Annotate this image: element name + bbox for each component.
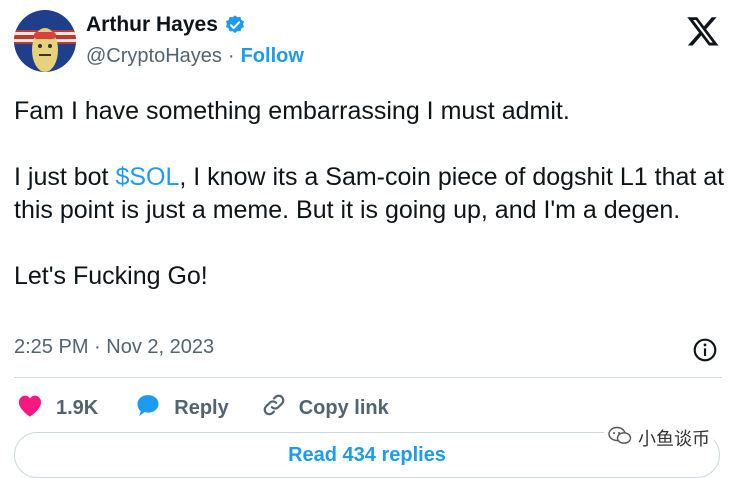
tweet-date: Nov 2, 2023 [106,336,215,358]
info-icon[interactable] [692,337,718,363]
heart-icon [16,392,44,424]
watermark: 小鱼谈币 [604,425,714,451]
tweet-line-3: Let's Fucking Go! [14,262,208,290]
avatar[interactable] [14,10,76,72]
author-name[interactable]: Arthur Hayes [86,13,218,37]
wechat-icon [608,426,632,451]
copy-link-button[interactable]: Copy link [261,392,389,424]
meta-separator: · [94,336,101,358]
tweet-text-segment: I just bot [14,163,116,191]
follow-button[interactable]: Follow [241,45,304,68]
copy-link-label: Copy link [298,396,389,419]
tweet-line-1: Fam I have something embarrassing I must… [14,97,570,125]
reply-bubble-icon [134,392,162,424]
tweet-text: Fam I have something embarrassing I must… [14,95,726,293]
link-icon [261,392,287,424]
verified-badge-icon [224,14,246,36]
reply-button[interactable]: Reply [134,392,229,424]
like-button[interactable]: 1.9K [16,392,98,424]
cashtag-link[interactable]: $SOL [115,163,179,191]
divider [14,377,722,378]
x-logo-icon[interactable] [686,14,720,48]
handle-separator: · [227,45,235,67]
watermark-text: 小鱼谈币 [638,429,710,449]
reply-label: Reply [174,396,229,419]
author-handle[interactable]: @CryptoHayes [86,45,222,68]
tweet-time: 2:25 PM [14,336,89,358]
tweet-paragraph-2: I just bot $SOL, I know its a Sam-coin p… [14,161,726,227]
like-count: 1.9K [56,396,99,419]
tweet-timestamp[interactable]: 2:25 PM · Nov 2, 2023 [14,336,214,359]
